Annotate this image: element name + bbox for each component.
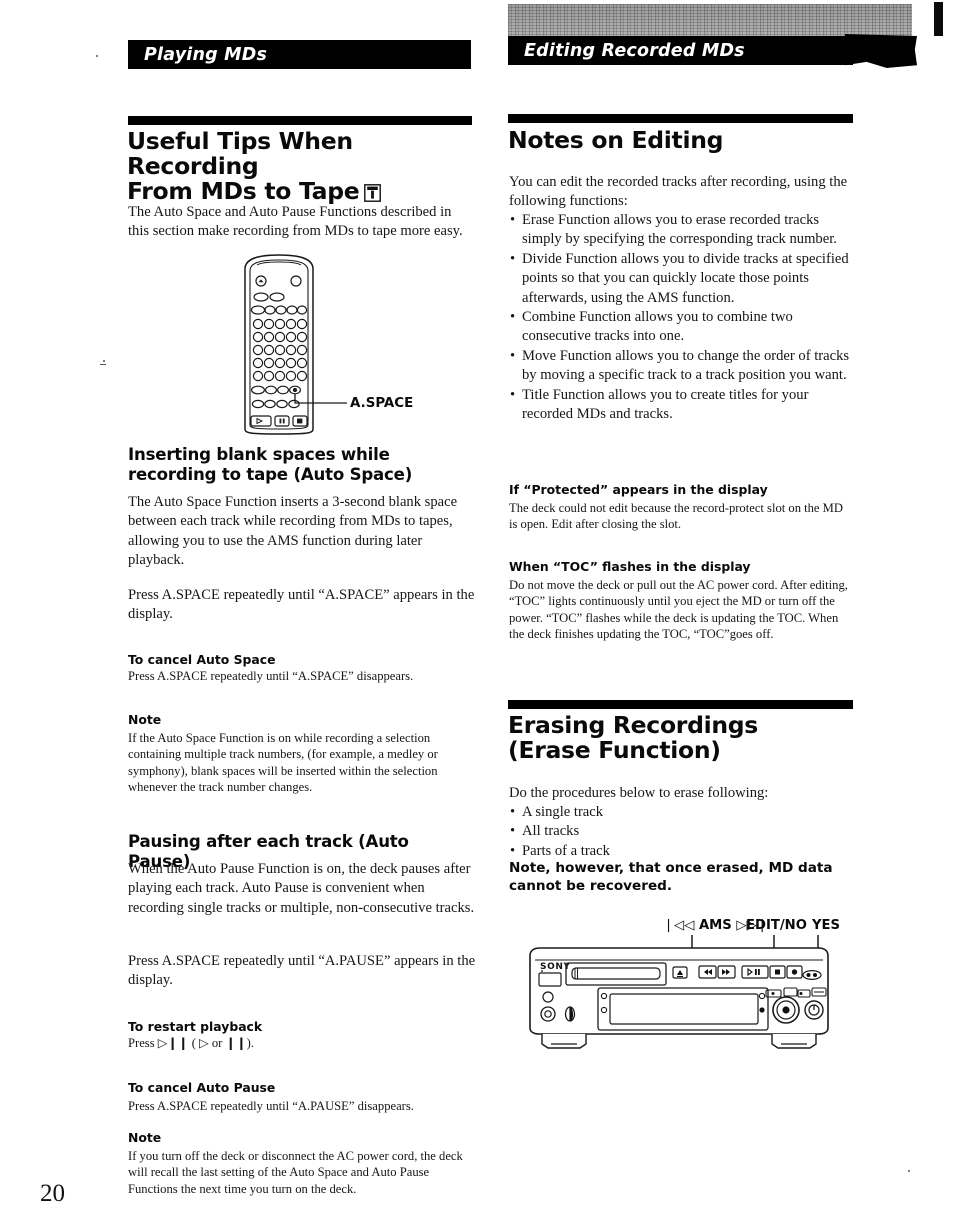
play-icon: ▷ bbox=[199, 1036, 209, 1050]
list-item: Erase Function allows you to erase recor… bbox=[509, 211, 853, 250]
cancel-auto-pause-body: Press A.SPACE repeatedly until “A.PAUSE”… bbox=[128, 1099, 414, 1113]
auto-pause-paragraph-2: Press A.SPACE repeatedly until “A.PAUSE”… bbox=[128, 953, 476, 989]
scan-speck bbox=[100, 364, 106, 365]
remote-callout-a-space: A.SPACE bbox=[350, 396, 414, 411]
heading-protected-note: If “Protected” appears in the display bbox=[509, 482, 768, 497]
heading-cancel-auto-space: To cancel Auto Space bbox=[128, 652, 276, 667]
section-title-erasing-recordings: Erasing Recordings (Erase Function) bbox=[508, 713, 858, 763]
protected-note-body: The deck could not edit because the reco… bbox=[509, 501, 843, 532]
page-edge-tab-mark bbox=[934, 2, 943, 36]
md-deck-front-panel-diagram: SONY bbox=[518, 930, 848, 1055]
notes-on-editing-bullets: Erase Function allows you to erase recor… bbox=[509, 211, 853, 424]
list-item: Title Function allows you to create titl… bbox=[509, 386, 853, 425]
auto-space-paragraph-1: The Auto Space Function inserts a 3-seco… bbox=[128, 494, 458, 569]
auto-pause-paragraph-1: When the Auto Pause Function is on, the … bbox=[128, 861, 475, 916]
notes-on-editing-intro: You can edit the recorded tracks after r… bbox=[509, 174, 848, 210]
tip-info-icon bbox=[364, 182, 382, 202]
list-item: Divide Function allows you to divide tra… bbox=[509, 250, 853, 308]
erasing-bullets: A single track All tracks Parts of a tra… bbox=[509, 803, 853, 862]
scan-speck bbox=[96, 55, 98, 57]
list-item: Move Function allows you to change the o… bbox=[509, 347, 853, 386]
running-head-right: Editing Recorded MDs bbox=[508, 36, 853, 65]
heading-restart-playback: To restart playback bbox=[128, 1019, 263, 1034]
section-rule-erasing bbox=[508, 700, 853, 709]
document-page: Playing MDs Editing Recorded MDs Useful … bbox=[0, 0, 954, 1225]
page-title-line-1: Useful Tips When Recording bbox=[127, 127, 353, 180]
intro-paragraph: The Auto Space and Auto Pause Functions … bbox=[128, 204, 463, 240]
pause-icon: ❙❙ bbox=[225, 1036, 247, 1050]
erasing-intro: Do the procedures below to erase followi… bbox=[509, 785, 769, 801]
remote-control-diagram bbox=[237, 253, 349, 436]
heading-cancel-auto-pause: To cancel Auto Pause bbox=[128, 1080, 276, 1095]
section-rule-right bbox=[508, 114, 853, 123]
heading-note-auto-pause: Note bbox=[128, 1130, 162, 1145]
running-head-left: Playing MDs bbox=[128, 40, 471, 69]
page-title-line-2: From MDs to Tape bbox=[127, 177, 360, 205]
list-item: A single track bbox=[509, 803, 853, 823]
section-rule-left bbox=[128, 116, 472, 125]
heading-auto-space: Inserting blank spaces while recording t… bbox=[128, 445, 413, 484]
toc-note-body: Do not move the deck or pull out the AC … bbox=[509, 578, 848, 642]
list-item: Combine Function allows you to combine t… bbox=[509, 308, 853, 347]
play-pause-icon: ▷❙❙ bbox=[157, 1036, 189, 1050]
auto-space-paragraph-2: Press A.SPACE repeatedly until “A.SPACE”… bbox=[128, 587, 475, 623]
cancel-auto-space-body: Press A.SPACE repeatedly until “A.SPACE”… bbox=[128, 669, 414, 683]
restart-playback-text-or: or bbox=[208, 1036, 226, 1050]
heading-note-auto-space: Note bbox=[128, 712, 162, 727]
list-item: All tracks bbox=[509, 822, 853, 842]
restart-playback-text-mid: ( bbox=[188, 1036, 200, 1050]
erasing-title-line-1: Erasing Recordings bbox=[508, 711, 758, 739]
erasing-warning: Note, however, that once erased, MD data… bbox=[509, 860, 833, 894]
scan-speck bbox=[103, 360, 105, 362]
section-title-notes-on-editing: Notes on Editing bbox=[508, 126, 724, 154]
note-auto-pause-body: If you turn off the deck or disconnect t… bbox=[128, 1149, 463, 1196]
heading-toc-note: When “TOC” flashes in the display bbox=[509, 559, 751, 574]
scan-texture-artifact bbox=[508, 4, 912, 38]
erasing-title-line-2: (Erase Function) bbox=[508, 736, 721, 764]
scan-ink-blob-artifact bbox=[845, 34, 917, 68]
page-title-useful-tips: Useful Tips When Recording From MDs to T… bbox=[127, 129, 477, 204]
page-number: 20 bbox=[40, 1180, 65, 1207]
note-auto-space-body: If the Auto Space Function is on while r… bbox=[128, 731, 438, 795]
restart-playback-text-before: Press bbox=[128, 1036, 158, 1050]
restart-playback-body: Press ▷❙❙ ( ▷ or ❙❙). bbox=[128, 1035, 476, 1051]
restart-playback-text-after: ). bbox=[246, 1036, 254, 1050]
scan-speck bbox=[908, 1170, 910, 1172]
